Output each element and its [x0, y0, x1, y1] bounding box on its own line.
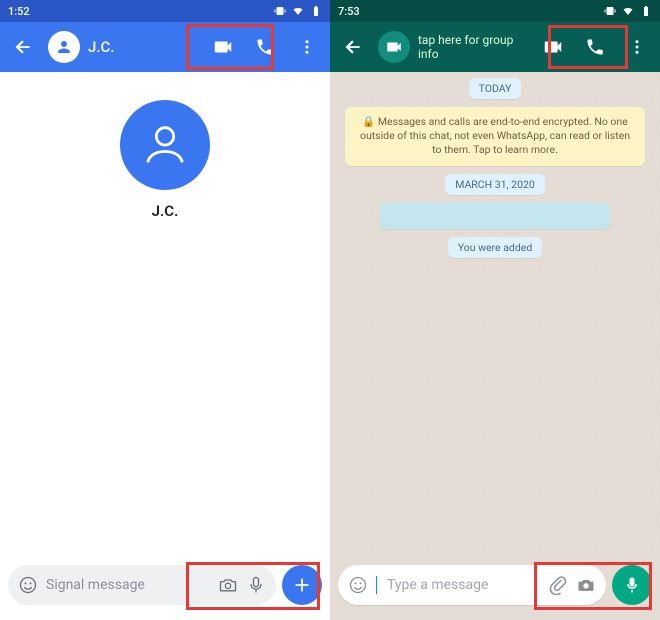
phone-icon [585, 37, 605, 57]
status-icons [274, 5, 322, 17]
video-icon [385, 38, 403, 56]
whatsapp-screen: 7:53 tap here for group info TODAY � [330, 0, 660, 620]
message-input[interactable]: Signal message [8, 565, 276, 605]
attach-icon[interactable] [548, 575, 568, 595]
contact-large-avatar[interactable] [120, 100, 210, 190]
app-bar: tap here for group info [330, 22, 660, 72]
status-time: 7:53 [338, 5, 360, 18]
phone-icon [255, 37, 275, 57]
vibrate-icon [604, 5, 616, 17]
more-button[interactable] [620, 30, 654, 64]
more-button[interactable] [290, 30, 324, 64]
more-vert-icon [298, 38, 316, 56]
status-bar: 7:53 [330, 0, 660, 22]
contact-large-name: J.C. [152, 202, 179, 220]
mic-icon[interactable] [246, 575, 266, 595]
added-chip: You were added [448, 237, 543, 258]
video-icon [542, 36, 564, 58]
contact-avatar[interactable] [48, 31, 80, 63]
emoji-icon [18, 575, 38, 595]
voice-call-button[interactable] [578, 30, 612, 64]
plus-icon [291, 574, 313, 596]
camera-icon[interactable] [576, 575, 596, 595]
chat-body: J.C. [0, 72, 330, 550]
vibrate-icon [274, 5, 286, 17]
camera-icon[interactable] [218, 575, 238, 595]
contact-name[interactable]: J.C. [88, 38, 114, 56]
date-chip: MARCH 31, 2020 [445, 174, 545, 195]
back-button[interactable] [336, 30, 370, 64]
more-vert-icon [628, 38, 646, 56]
header-subtitle: tap here for group info [418, 33, 520, 61]
person-icon [55, 38, 73, 56]
wifi-icon [622, 5, 634, 17]
system-row [380, 203, 610, 229]
video-icon [212, 36, 234, 58]
wifi-icon [292, 5, 304, 17]
arrow-left-icon [343, 37, 363, 57]
voice-call-button[interactable] [248, 30, 282, 64]
mic-icon [622, 575, 642, 595]
video-call-button[interactable] [536, 30, 570, 64]
group-avatar[interactable] [378, 31, 410, 63]
message-placeholder: Signal message [46, 577, 210, 593]
signal-screen: 1:52 J.C. J.C. [0, 0, 330, 620]
battery-icon [640, 5, 652, 17]
battery-icon [310, 5, 322, 17]
message-placeholder: Type a message [387, 577, 540, 593]
emoji-icon [348, 575, 368, 595]
input-bar: Signal message [0, 550, 330, 620]
encryption-notice[interactable]: 🔒 Messages and calls are end-to-end encr… [345, 107, 645, 166]
header-titles[interactable]: tap here for group info [418, 33, 520, 61]
status-time: 1:52 [8, 5, 30, 18]
person-outline-icon [139, 119, 191, 171]
chat-body: TODAY 🔒 Messages and calls are end-to-en… [330, 72, 660, 550]
input-bar: Type a message [330, 550, 660, 620]
today-chip: TODAY [469, 78, 522, 99]
status-icons [604, 5, 652, 17]
attach-button[interactable] [282, 565, 322, 605]
back-button[interactable] [6, 30, 40, 64]
text-cursor [376, 576, 377, 594]
arrow-left-icon [13, 37, 33, 57]
message-input[interactable]: Type a message [338, 565, 606, 605]
mic-button[interactable] [612, 565, 652, 605]
video-call-button[interactable] [206, 30, 240, 64]
app-bar: J.C. [0, 22, 330, 72]
status-bar: 1:52 [0, 0, 330, 22]
